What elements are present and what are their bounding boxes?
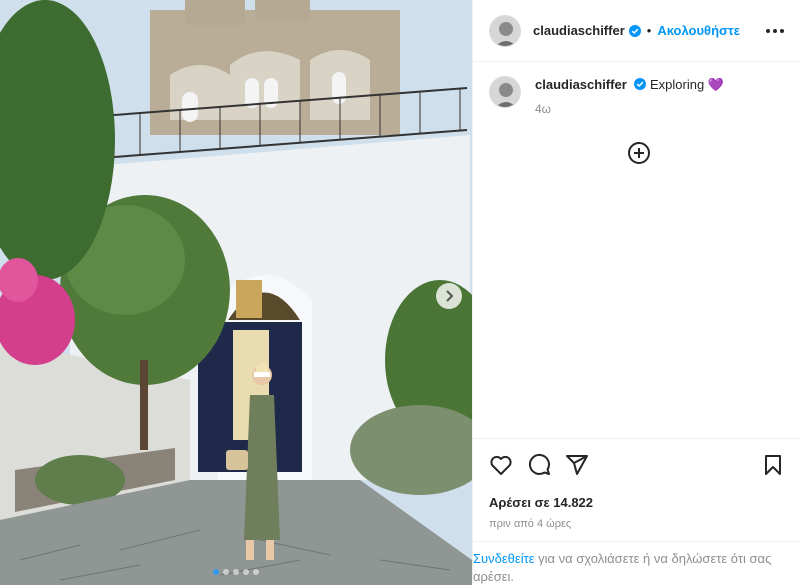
caption: claudiaschiffer Exploring 💜 4ω (473, 62, 800, 118)
caption-emoji: 💜 (707, 77, 725, 92)
carousel-dot (233, 569, 239, 575)
carousel-dot (213, 569, 219, 575)
post-timestamp: πριν από 4 ώρες (489, 518, 572, 530)
more-options-button[interactable] (766, 28, 784, 33)
post-header: claudiaschiffer • Ακολουθήστε (473, 0, 800, 62)
comment-icon[interactable] (527, 453, 551, 477)
add-comment-icon (628, 142, 650, 164)
caption-text: Exploring (650, 77, 705, 92)
carousel-indicator (0, 569, 472, 575)
heart-icon[interactable] (489, 453, 513, 477)
share-icon[interactable] (565, 453, 589, 477)
caption-username[interactable]: claudiaschiffer (535, 77, 627, 92)
load-more-comments-button[interactable] (627, 141, 651, 170)
carousel-dot (243, 569, 249, 575)
post-actions: Αρέσει σε 14.822 πριν από 4 ώρες (473, 438, 800, 530)
avatar[interactable] (489, 14, 521, 47)
follow-button[interactable]: Ακολουθήστε (657, 23, 740, 38)
carousel-dot (223, 569, 229, 575)
bookmark-icon[interactable] (761, 453, 785, 477)
church-photo-illustration (0, 0, 472, 585)
login-prompt: Συνδεθείτε για να σχολιάσετε ή να δηλώσε… (473, 541, 800, 585)
username-link[interactable]: claudiaschiffer (533, 23, 625, 38)
caption-time[interactable]: 4ω (535, 100, 724, 118)
post-photo[interactable] (0, 0, 472, 585)
separator-dot: • (646, 23, 652, 38)
verified-badge-icon (634, 78, 647, 90)
carousel-next-button[interactable] (436, 283, 462, 309)
carousel-dot (253, 569, 259, 575)
avatar-image (490, 15, 520, 46)
avatar-image (490, 77, 520, 107)
verified-badge-icon (628, 24, 641, 37)
chevron-right-icon (446, 290, 454, 302)
login-link[interactable]: Συνδεθείτε (473, 551, 535, 566)
post-side-panel: claudiaschiffer • Ακολουθήστε claudiasch… (472, 0, 800, 585)
ellipsis-icon (766, 28, 770, 33)
avatar[interactable] (489, 76, 521, 108)
likes-count[interactable]: Αρέσει σε 14.822 (489, 495, 785, 510)
